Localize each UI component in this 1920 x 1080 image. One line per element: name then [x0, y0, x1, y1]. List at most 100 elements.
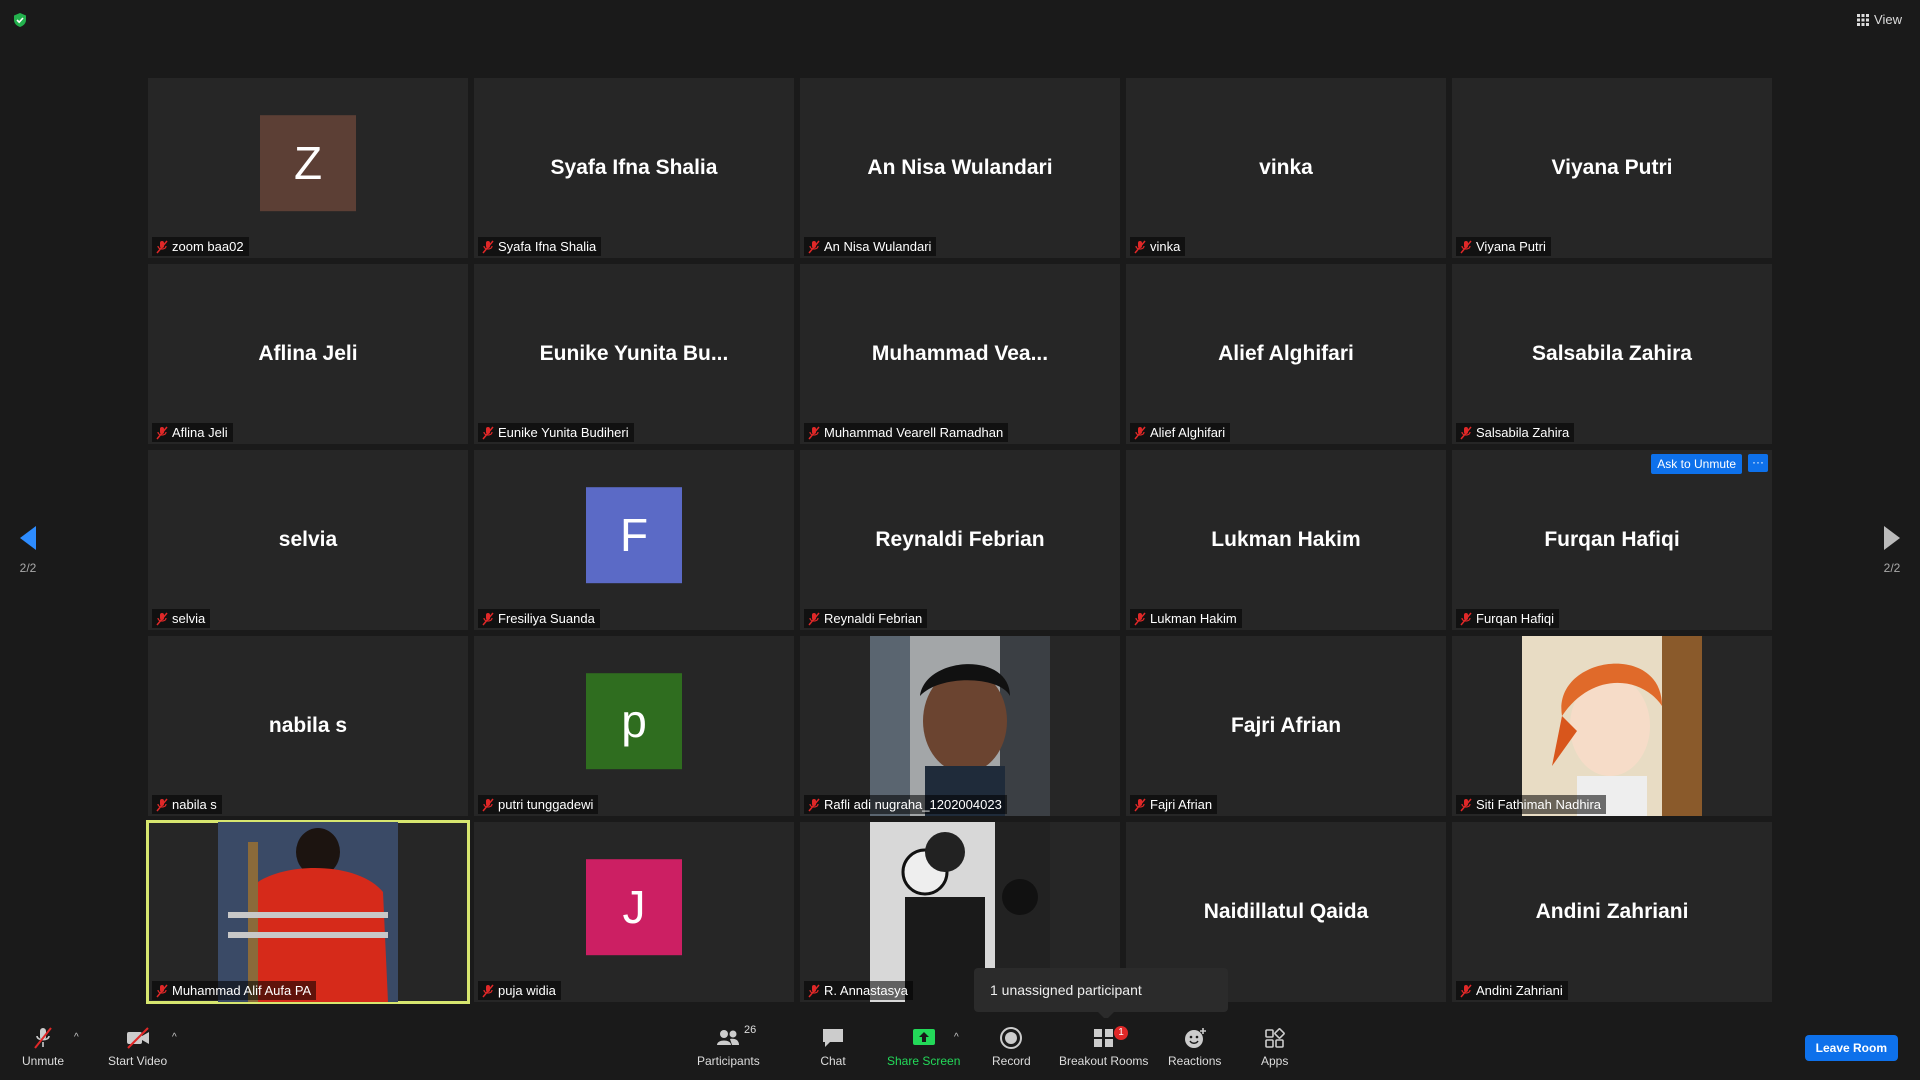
breakout-rooms-button[interactable]: Breakout Rooms — [1059, 1026, 1148, 1068]
participant-name: vinka — [1150, 239, 1181, 254]
video-off-icon — [126, 1027, 149, 1049]
start-video-label: Start Video — [108, 1054, 168, 1068]
participant-tile[interactable]: Alief Alghifari Alief Alghifari — [1126, 264, 1446, 444]
apps-button[interactable]: Apps — [1261, 1026, 1288, 1068]
avatar: F — [586, 487, 682, 584]
participant-name-label: zoom baa02 — [152, 237, 249, 256]
view-button[interactable]: View — [1857, 12, 1902, 27]
participant-name: Furqan Hafiqi — [1476, 611, 1555, 626]
view-label: View — [1874, 12, 1902, 27]
participant-tile[interactable]: Siti Fathimah Nadhira — [1452, 636, 1772, 816]
mic-muted-icon — [808, 612, 820, 625]
participant-display-name: Naidillatul Qaida — [1203, 900, 1369, 923]
prev-page-button[interactable]: 2/2 — [8, 524, 48, 575]
mic-muted-icon — [808, 426, 820, 439]
participant-display-name: Viyana Putri — [1551, 156, 1673, 179]
participant-name-label: Fresiliya Suanda — [478, 609, 600, 628]
participant-tile[interactable]: Jpuja widia — [474, 822, 794, 1002]
participant-name: Aflina Jeli — [172, 425, 228, 440]
unmute-button[interactable]: Unmute — [22, 1026, 64, 1068]
reactions-label: Reactions — [1168, 1054, 1222, 1068]
participant-tile[interactable]: Viyana Putri Viyana Putri — [1452, 78, 1772, 258]
mic-muted-icon — [482, 426, 494, 439]
participants-label: Participants — [697, 1054, 760, 1068]
participant-display-name: Aflina Jeli — [258, 342, 358, 365]
ask-to-unmute-button[interactable]: Ask to Unmute — [1651, 454, 1742, 474]
mic-muted-icon — [1134, 798, 1146, 811]
page-indicator-right: 2/2 — [1883, 561, 1901, 575]
mic-muted-icon — [34, 1027, 52, 1049]
share-options-caret[interactable]: ^ — [954, 1032, 959, 1043]
breakout-rooms-label: Breakout Rooms — [1059, 1054, 1149, 1068]
mic-muted-icon — [1460, 798, 1472, 811]
participant-tile[interactable]: selvia selvia — [148, 450, 468, 630]
arrow-right-icon — [1884, 526, 1900, 550]
audio-options-caret[interactable]: ^ — [74, 1032, 79, 1043]
participant-tile[interactable]: Aflina Jeli Aflina Jeli — [148, 264, 468, 444]
participant-tile[interactable]: Andini Zahriani Andini Zahriani — [1452, 822, 1772, 1002]
participant-photo — [1522, 636, 1702, 816]
participant-tile[interactable]: Eunike Yunita Bu... Eunike Yunita Budiher… — [474, 264, 794, 444]
participant-photo — [218, 822, 398, 1002]
participant-display-name: Eunike Yunita Bu... — [539, 342, 729, 365]
participant-tile[interactable]: Muhammad Alif Aufa PA — [146, 820, 470, 1004]
participant-name-label: Muhammad Vearell Ramadhan — [804, 423, 1009, 442]
more-options-button[interactable]: ··· — [1748, 454, 1768, 472]
mic-muted-icon — [156, 612, 168, 625]
participant-name-label: Salsabila Zahira — [1456, 423, 1575, 442]
participant-tile[interactable]: vinka vinka — [1126, 78, 1446, 258]
leave-room-button[interactable]: Leave Room — [1804, 1035, 1898, 1061]
participant-name: selvia — [172, 611, 206, 626]
avatar: Z — [260, 115, 356, 212]
participant-tile[interactable]: Fajri Afrian Fajri Afrian — [1126, 636, 1446, 816]
mic-muted-icon — [808, 240, 820, 253]
mic-muted-icon — [1134, 240, 1146, 253]
participant-tile[interactable]: Lukman Hakim Lukman Hakim — [1126, 450, 1446, 630]
participant-name: Reynaldi Febrian — [824, 611, 923, 626]
participant-tile[interactable]: Salsabila Zahira Salsabila Zahira — [1452, 264, 1772, 444]
reactions-button[interactable]: Reactions — [1168, 1026, 1221, 1068]
participant-display-name: Furqan Hafiqi — [1544, 528, 1680, 551]
participant-name: Eunike Yunita Budiheri — [498, 425, 629, 440]
record-button[interactable]: Record — [992, 1026, 1031, 1068]
breakout-rooms-icon — [1093, 1029, 1113, 1047]
avatar: p — [586, 673, 682, 770]
mic-muted-icon — [1134, 426, 1146, 439]
mic-muted-icon — [1460, 240, 1472, 253]
participant-name: putri tunggadewi — [498, 797, 594, 812]
participant-name-label: putri tunggadewi — [478, 795, 599, 814]
participant-name-label: R. Annastasya — [804, 981, 913, 1000]
participant-tile[interactable]: Zzoom baa02 — [148, 78, 468, 258]
video-options-caret[interactable]: ^ — [172, 1032, 177, 1043]
participant-name-label: Eunike Yunita Budiheri — [478, 423, 634, 442]
chat-button[interactable]: Chat — [820, 1026, 846, 1068]
participant-name-label: Furqan Hafiqi — [1456, 609, 1560, 628]
participant-name: Fajri Afrian — [1150, 797, 1213, 812]
participant-name: Fresiliya Suanda — [498, 611, 595, 626]
unassigned-participant-tooltip: 1 unassigned participant — [974, 968, 1228, 1020]
participant-name: Muhammad Vearell Ramadhan — [824, 425, 1004, 440]
mic-muted-icon — [482, 240, 494, 253]
participant-display-name: Reynaldi Febrian — [875, 528, 1045, 551]
mic-muted-icon — [808, 798, 820, 811]
participant-tile[interactable]: Muhammad Vea... Muhammad Vearell Ramadhan — [800, 264, 1120, 444]
participant-tile[interactable]: Furqan Hafiqi Ask to Unmute ··· Furqan Hafi… — [1452, 450, 1772, 630]
participant-tile[interactable]: F Fresiliya Suanda — [474, 450, 794, 630]
participant-tile[interactable]: Reynaldi Febrian Reynaldi Febrian — [800, 450, 1120, 630]
participant-name: R. Annastasya — [824, 983, 908, 998]
participant-tile[interactable]: Syafa Ifna Shalia Syafa Ifna Shalia — [474, 78, 794, 258]
participant-tile[interactable]: nabila s nabila s — [148, 636, 468, 816]
participant-tile[interactable]: Rafli adi nugraha_1202004023 — [800, 636, 1120, 816]
participant-tile[interactable]: p putri tunggadewi — [474, 636, 794, 816]
top-bar: View — [0, 0, 1920, 40]
share-screen-button[interactable]: Share Screen — [887, 1026, 960, 1068]
grid-view-icon — [1857, 13, 1870, 26]
shield-icon[interactable] — [12, 12, 28, 28]
next-page-button[interactable]: 2/2 — [1872, 524, 1912, 575]
participant-name: Siti Fathimah Nadhira — [1476, 797, 1601, 812]
participant-name-label: Aflina Jeli — [152, 423, 233, 442]
mic-muted-icon — [156, 798, 168, 811]
participant-tile[interactable]: An Nisa Wulandari An Nisa Wulandari — [800, 78, 1120, 258]
participant-display-name: vinka — [1259, 156, 1313, 179]
start-video-button[interactable]: Start Video — [108, 1026, 167, 1068]
